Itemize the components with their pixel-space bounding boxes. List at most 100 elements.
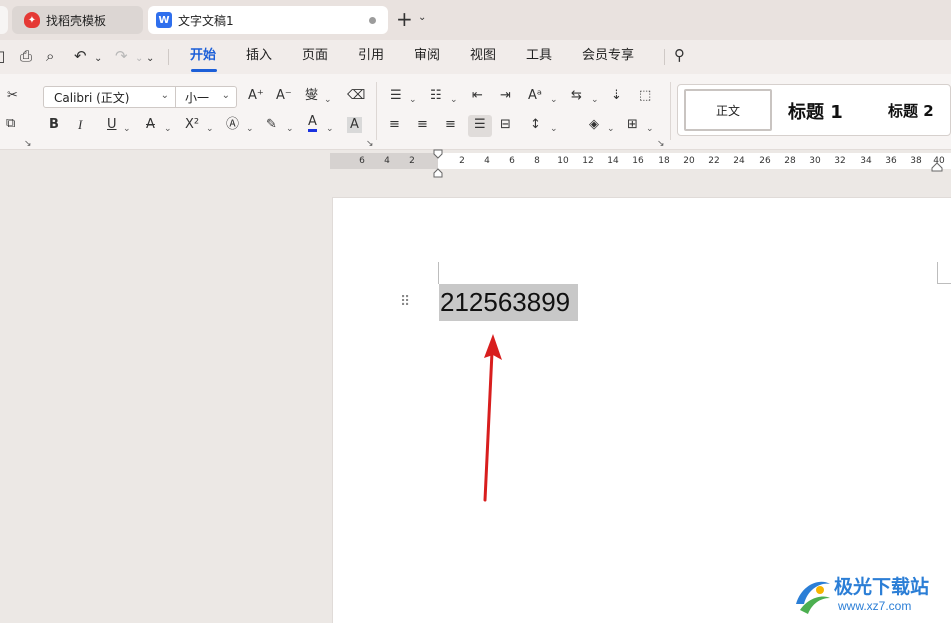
chevron-down-icon[interactable]: ⌄ xyxy=(326,121,334,137)
print-icon[interactable]: ⎙ xyxy=(20,47,32,65)
grow-font-button[interactable]: A⁺ xyxy=(248,88,264,104)
undo-icon[interactable]: ↶ xyxy=(74,47,87,65)
paragraph-shading-icon[interactable]: ◈ xyxy=(589,117,599,133)
shrink-font-button[interactable]: A⁻ xyxy=(276,88,292,104)
chevron-down-icon[interactable]: ⌄ xyxy=(550,92,558,108)
align-right-icon[interactable]: ≡ xyxy=(445,117,456,133)
save-icon[interactable]: ▯ xyxy=(0,47,5,65)
chevron-down-icon[interactable]: ⌄ xyxy=(286,121,294,137)
menu-page[interactable]: 页面 xyxy=(302,48,328,64)
character-shading-button[interactable]: A xyxy=(347,117,362,133)
selected-document-text[interactable]: 212563899 xyxy=(439,284,578,321)
indent-marker-icon[interactable] xyxy=(433,149,443,179)
document-page[interactable] xyxy=(332,197,951,623)
bold-button[interactable]: B xyxy=(49,117,59,133)
menu-membership[interactable]: 会员专享 xyxy=(582,48,634,64)
chevron-down-icon: ⌄ xyxy=(160,90,169,101)
align-center-icon[interactable]: ≡ xyxy=(417,117,428,133)
chevron-down-icon[interactable]: ⌄ xyxy=(123,121,131,137)
borders-icon[interactable]: ⊞ xyxy=(627,117,638,133)
ruler-number: 2 xyxy=(459,156,465,166)
menu-home[interactable]: 开始 xyxy=(190,48,216,64)
chevron-down-icon[interactable]: ⌄ xyxy=(591,92,599,108)
strikethrough-button[interactable]: A xyxy=(146,117,155,133)
unsaved-dot-icon[interactable] xyxy=(369,17,376,24)
align-justify-icon[interactable]: ☰ xyxy=(474,117,486,133)
right-indent-marker-icon[interactable] xyxy=(931,162,943,172)
menu-review[interactable]: 审阅 xyxy=(414,48,440,64)
chevron-down-icon[interactable]: ⌄ xyxy=(206,121,214,137)
text-direction-icon[interactable]: Aᵃ xyxy=(528,88,542,104)
line-spacing-icon[interactable]: ↕ xyxy=(530,117,541,133)
tab-document[interactable]: W 文字文稿1 xyxy=(148,6,388,34)
aurora-logo-icon xyxy=(796,581,830,614)
ribbon-toolbar: ✂ ⧉ ↘ Calibri (正文) ⌄ 小一 ⌄ A⁺ A⁻ 燮 ⌄ ⌫ B … xyxy=(0,74,951,150)
ruler-number: 18 xyxy=(658,156,670,166)
highlight-icon[interactable]: ✎ xyxy=(266,117,277,133)
ruler-number: 2 xyxy=(409,156,415,166)
ruler-number: 6 xyxy=(509,156,515,166)
ruler-number: 38 xyxy=(910,156,922,166)
sort-icon[interactable]: ⇣ xyxy=(611,88,622,104)
show-marks-icon[interactable]: ⬚ xyxy=(639,88,651,104)
more-quick-access-icon[interactable]: ⌄ xyxy=(146,50,154,68)
wps-writer-icon: W xyxy=(156,12,172,28)
paragraph-drag-handle-icon[interactable]: ⠿ xyxy=(400,294,410,310)
ruler-number: 16 xyxy=(632,156,644,166)
tab-stub[interactable] xyxy=(0,6,8,34)
new-tab-button[interactable]: + xyxy=(396,9,413,29)
chevron-down-icon[interactable]: ⌄ xyxy=(246,121,254,137)
search-icon[interactable]: ⚲ xyxy=(674,46,685,64)
ruler-number: 20 xyxy=(683,156,695,166)
font-color-button[interactable]: A xyxy=(308,115,317,132)
clear-formatting-icon[interactable]: ⌫ xyxy=(347,88,365,104)
menu-references[interactable]: 引用 xyxy=(358,48,384,64)
menu-view[interactable]: 视图 xyxy=(470,48,496,64)
style-heading-1[interactable]: 标题 1 xyxy=(788,98,843,124)
ruler-number: 32 xyxy=(834,156,846,166)
menu-insert[interactable]: 插入 xyxy=(246,48,272,64)
chevron-down-icon[interactable]: ⌄ xyxy=(324,92,332,108)
increase-indent-icon[interactable]: ⇥ xyxy=(500,88,511,104)
horizontal-ruler[interactable]: 6 4 2 2 4 6 8 10 12 14 16 18 20 22 24 26… xyxy=(330,153,951,169)
ruler-number: 6 xyxy=(359,156,365,166)
bullet-list-icon[interactable]: ☰ xyxy=(390,88,402,104)
ruler-number: 22 xyxy=(708,156,720,166)
style-heading-2[interactable]: 标题 2 xyxy=(888,100,934,121)
chevron-down-icon[interactable]: ⌄ xyxy=(418,12,426,23)
font-name-dropdown[interactable]: Calibri (正文) ⌄ xyxy=(44,87,176,107)
tab-docer-templates[interactable]: ✦ 找稻壳模板 xyxy=(12,6,143,34)
print-preview-icon[interactable]: ⌕ xyxy=(46,47,54,65)
chevron-down-icon[interactable]: ⌄ xyxy=(450,92,458,108)
clipboard-dialog-launcher-icon[interactable]: ↘ xyxy=(24,136,32,152)
underline-button[interactable]: U xyxy=(107,117,117,133)
font-dialog-launcher-icon[interactable]: ↘ xyxy=(366,136,374,152)
chevron-down-icon[interactable]: ⌄ xyxy=(646,121,654,137)
italic-button[interactable]: I xyxy=(78,117,82,133)
decrease-indent-icon[interactable]: ⇤ xyxy=(472,88,483,104)
copy-icon[interactable]: ⧉ xyxy=(6,116,15,132)
cut-icon[interactable]: ✂ xyxy=(7,88,18,104)
redo-menu-chevron-icon[interactable]: ⌄ xyxy=(135,50,143,68)
chevron-down-icon[interactable]: ⌄ xyxy=(607,121,615,137)
chevron-down-icon[interactable]: ⌄ xyxy=(409,92,417,108)
superscript-button[interactable]: X² xyxy=(185,117,199,133)
chevron-down-icon[interactable]: ⌄ xyxy=(164,121,172,137)
ruler-number: 12 xyxy=(582,156,594,166)
distributed-align-icon[interactable]: ⊟ xyxy=(500,117,511,133)
undo-menu-chevron-icon[interactable]: ⌄ xyxy=(94,50,102,68)
chevron-down-icon: ⌄ xyxy=(221,90,230,101)
style-normal[interactable]: 正文 xyxy=(684,89,772,131)
numbered-list-icon[interactable]: ☷ xyxy=(430,88,442,104)
paragraph-dialog-launcher-icon[interactable]: ↘ xyxy=(657,136,665,152)
font-size-dropdown[interactable]: 小一 ⌄ xyxy=(176,87,236,107)
redo-icon[interactable]: ↷ xyxy=(115,47,128,65)
phonetic-guide-button[interactable]: 燮 xyxy=(305,88,318,104)
text-flow-icon[interactable]: ⇆ xyxy=(571,88,582,104)
ruler-number: 8 xyxy=(534,156,540,166)
menu-bar: ▯ ⎙ ⌕ ↶ ⌄ ↷ ⌄ ⌄ 开始 插入 页面 引用 审阅 视图 工具 会员专… xyxy=(0,40,951,74)
align-left-icon[interactable]: ≡ xyxy=(389,117,400,133)
menu-tools[interactable]: 工具 xyxy=(526,48,552,64)
chevron-down-icon[interactable]: ⌄ xyxy=(550,121,558,137)
text-effects-icon[interactable]: Ⓐ xyxy=(226,117,239,133)
